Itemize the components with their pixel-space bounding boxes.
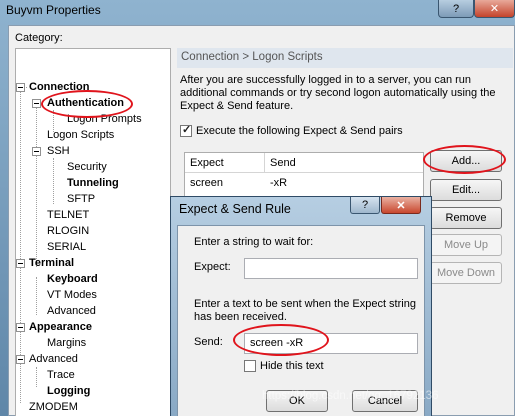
move-up-button[interactable]: Move Up	[430, 234, 502, 256]
close-button[interactable]: ✕	[474, 0, 515, 18]
tree-line	[36, 277, 37, 315]
tree-item-rlogin[interactable]: RLOGIN	[47, 223, 89, 239]
wait-prompt: Enter a string to wait for:	[194, 236, 314, 248]
properties-window: Buyvm Properties ? ✕ Category: Connectio…	[0, 0, 515, 416]
expect-input[interactable]	[244, 258, 418, 279]
tree-item-logging[interactable]: Logging	[47, 383, 90, 399]
execute-pairs-label: Execute the following Expect & Send pair…	[196, 125, 403, 137]
help-icon: ?	[452, 2, 460, 15]
table-cell-expect[interactable]: screen	[185, 177, 223, 189]
tree-item-sftp[interactable]: SFTP	[67, 191, 95, 207]
tree-item-zmodem[interactable]: ZMODEM	[29, 399, 78, 415]
tree-line	[53, 158, 54, 204]
tree-line	[36, 367, 37, 387]
category-label: Category:	[15, 32, 63, 44]
add-button[interactable]: Add...	[430, 150, 502, 172]
dialog-close-button[interactable]: ✕	[381, 197, 421, 214]
tree-line	[36, 103, 37, 267]
tree-item-logon-scripts[interactable]: Logon Scripts	[47, 127, 114, 143]
close-icon: ✕	[489, 3, 500, 15]
tree-item-telnet[interactable]: TELNET	[47, 207, 89, 223]
tree-item-advanced[interactable]: Advanced	[29, 351, 78, 367]
tree-item-appearance[interactable]: Appearance	[29, 319, 92, 335]
tree-item-logon-prompts[interactable]: Logon Prompts	[67, 111, 142, 127]
collapse-icon[interactable]	[16, 259, 25, 268]
collapse-icon[interactable]	[16, 323, 25, 332]
send-label: Send:	[194, 336, 223, 348]
breadcrumb: Connection > Logon Scripts	[177, 48, 513, 68]
tree-item-authentication[interactable]: Authentication	[47, 95, 124, 111]
expect-send-rule-dialog: Expect & Send Rule ? ✕ Enter a string to…	[170, 196, 432, 416]
window-title: Buyvm Properties	[6, 3, 101, 17]
hide-text-checkbox[interactable]: Hide this text	[244, 360, 324, 372]
tree-item-margins[interactable]: Margins	[47, 335, 86, 351]
table-cell-send[interactable]: -xR	[265, 177, 287, 189]
tree-item-serial[interactable]: SERIAL	[47, 239, 86, 255]
send-input[interactable]: screen -xR	[244, 333, 418, 354]
help-icon: ?	[361, 199, 369, 211]
collapse-icon[interactable]	[32, 147, 41, 156]
column-header-expect[interactable]: Expect	[185, 153, 265, 173]
collapse-icon[interactable]	[16, 83, 25, 92]
description-text: After you are successfully logged in to …	[180, 74, 496, 112]
send-prompt: Enter a text to be sent when the Expect …	[194, 298, 416, 323]
hide-text-label: Hide this text	[260, 360, 324, 372]
tree-item-tunneling[interactable]: Tunneling	[67, 175, 119, 191]
dialog-title: Expect & Send Rule	[179, 202, 291, 216]
help-button[interactable]: ?	[438, 0, 474, 18]
collapse-icon[interactable]	[32, 99, 41, 108]
tree-item-security[interactable]: Security	[67, 159, 107, 175]
tree-item-terminal[interactable]: Terminal	[29, 255, 74, 271]
tree-item-trace[interactable]: Trace	[47, 367, 75, 383]
dialog-help-button[interactable]: ?	[350, 197, 380, 214]
execute-pairs-checkbox[interactable]: Execute the following Expect & Send pair…	[180, 123, 403, 137]
edit-button[interactable]: Edit...	[430, 179, 502, 201]
checkbox-checked-icon[interactable]	[180, 123, 192, 137]
tree-item-ssh[interactable]: SSH	[47, 143, 70, 159]
remove-button[interactable]: Remove	[430, 207, 502, 229]
tree-item-terminal-advanced[interactable]: Advanced	[47, 303, 96, 319]
dialog-body: Enter a string to wait for: Expect: Ente…	[177, 225, 425, 416]
collapse-icon[interactable]	[16, 355, 25, 364]
close-icon: ✕	[396, 199, 406, 212]
tree-item-vt-modes[interactable]: VT Modes	[47, 287, 97, 303]
category-tree[interactable]: Connection Authentication Logon Prompts …	[15, 48, 171, 416]
checkbox-unchecked-icon[interactable]	[244, 360, 256, 372]
watermark: https://blog.csdn.net/qq_16792136	[262, 390, 439, 402]
tree-item-keyboard[interactable]: Keyboard	[47, 271, 98, 287]
move-down-button[interactable]: Move Down	[430, 262, 502, 284]
expect-label: Expect:	[194, 261, 231, 273]
column-header-send[interactable]: Send	[265, 153, 423, 173]
tree-item-connection[interactable]: Connection	[29, 79, 90, 95]
